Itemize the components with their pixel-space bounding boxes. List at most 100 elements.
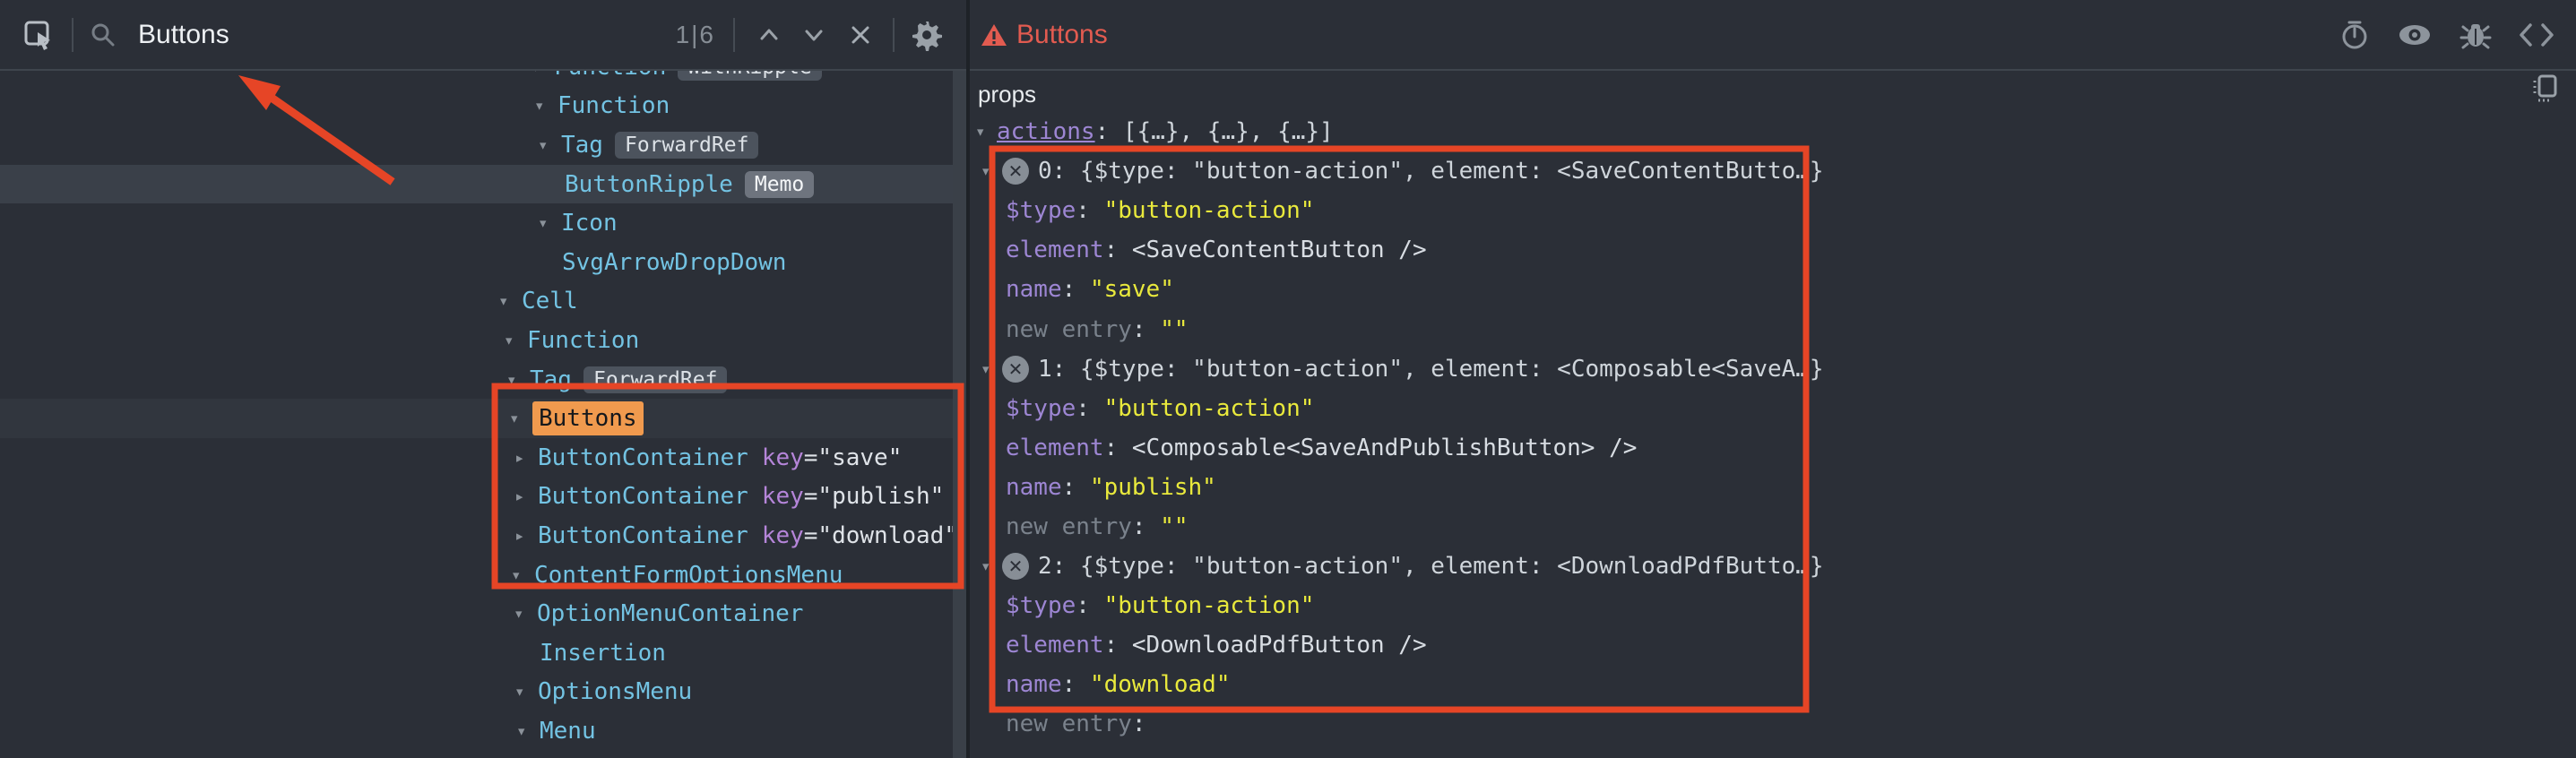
chevron-down-icon[interactable]: ▾ [975,122,997,142]
profiler-icon[interactable] [2339,20,2370,50]
prop-row[interactable]: name: "save" [970,270,2576,309]
prop-value[interactable]: <DownloadPdfButton /> [1132,632,1427,659]
tree-row-svgarrowdropdown[interactable]: SvgArrowDropDown [0,243,966,282]
tree-row-optionmenucontainer[interactable]: ▾OptionMenuContainer [0,594,966,633]
chevron-down-icon[interactable]: ▾ [534,96,558,116]
prop-key[interactable]: new entry [1006,513,1132,540]
chevron-down-icon[interactable]: ▾ [511,565,534,585]
chevron-right-icon[interactable]: ▸ [514,448,538,468]
chevron-right-icon[interactable]: ▸ [514,487,538,506]
prop-row[interactable]: $type: "button-action" [970,191,2576,230]
chevron-down-icon[interactable]: ▾ [538,213,561,233]
prop-value[interactable]: "publish" [1090,474,1216,501]
component-name: ButtonContainer [538,483,748,510]
chevron-down-icon[interactable]: ▾ [504,331,527,350]
tree-row-tag[interactable]: ▾TagForwardRef [0,125,966,165]
prop-row[interactable]: name: "download" [970,665,2576,704]
tree-row-buttonripple[interactable]: ButtonRippleMemo [0,165,966,204]
prop-key[interactable]: name [1006,276,1062,303]
prop-value[interactable]: "download" [1090,671,1231,698]
prop-value[interactable]: "button-action" [1104,395,1315,422]
tree-row-tag[interactable]: ▾TagForwardRef [0,360,966,400]
prop-row[interactable]: ▾actions: [{…}, {…}, {…}] [970,112,2576,151]
tree-row-function[interactable]: ▾Function [0,321,966,360]
prop-row[interactable]: element: <DownloadPdfButton /> [970,625,2576,665]
chevron-down-icon[interactable]: ▾ [514,682,538,702]
prop-row[interactable]: new entry: [970,704,2576,744]
search-input[interactable]: Buttons [138,20,229,50]
delete-entry-icon[interactable]: ✕ [1002,553,1029,580]
prop-value[interactable]: "" [1160,316,1188,343]
next-result-icon[interactable] [801,22,826,47]
chevron-down-icon[interactable]: ▾ [509,409,532,428]
component-name: Tag [530,366,572,393]
prop-key[interactable]: name [1006,671,1062,698]
delete-entry-icon[interactable]: ✕ [1002,356,1029,383]
clear-search-icon[interactable] [848,22,873,47]
prop-key[interactable]: element [1006,632,1104,659]
bug-icon[interactable] [2459,20,2492,50]
prop-row[interactable]: ▾✕1: {$type: "button-action", element: <… [970,349,2576,389]
tree-row-menu[interactable]: ▾Menu [0,711,966,751]
delete-entry-icon[interactable]: ✕ [1002,158,1029,185]
tree-row-buttons[interactable]: ▾Buttons [0,399,966,438]
chevron-down-icon[interactable]: ▾ [498,291,522,311]
tree-row-function[interactable]: ▾Function [0,87,966,126]
prop-key[interactable]: new entry [1006,711,1132,737]
prop-value[interactable]: "" [1160,513,1188,540]
tree-row-contentformoptionsmenu[interactable]: ▾ContentFormOptionsMenu [0,556,966,595]
prop-value[interactable]: <Composable<SaveAndPublishButton> /> [1132,435,1638,461]
chevron-down-icon[interactable]: ▾ [981,556,1002,576]
chevron-down-icon[interactable]: ▾ [981,161,1002,181]
chevron-down-icon[interactable]: ▾ [516,721,540,741]
colon: : [1132,513,1160,540]
toolbar-separator [72,18,73,52]
tree-row-cell[interactable]: ▾Cell [0,282,966,322]
chevron-down-icon[interactable]: ▾ [981,359,1002,379]
chevron-down-icon[interactable]: ▾ [506,370,530,390]
prop-key[interactable]: name [1006,474,1062,501]
tree-toolbar: Buttons 1|6 [0,0,966,71]
chevron-right-icon[interactable]: ▸ [514,526,538,546]
prop-key[interactable]: $type [1006,197,1076,224]
prop-value[interactable]: "button-action" [1104,592,1315,619]
prop-row[interactable]: ▾✕2: {$type: "button-action", element: <… [970,547,2576,586]
props-section-label: props [978,81,1036,108]
prop-key[interactable]: actions [997,118,1095,145]
prop-row[interactable]: ▾✕0: {$type: "button-action", element: <… [970,151,2576,191]
tree-row-buttoncontainer[interactable]: ▸ButtonContainerkey="publish" [0,478,966,517]
prop-key[interactable]: new entry [1006,316,1132,343]
inspect-element-icon[interactable] [23,20,54,50]
prop-value[interactable]: <SaveContentButton /> [1132,237,1427,263]
chevron-down-icon[interactable]: ▾ [514,604,537,624]
prop-value[interactable]: "button-action" [1104,197,1315,224]
eye-icon[interactable] [2397,22,2433,48]
prop-row[interactable]: new entry: "" [970,309,2576,349]
prop-key[interactable]: $type [1006,592,1076,619]
tree-row-icon[interactable]: ▾Icon [0,203,966,243]
previous-result-icon[interactable] [756,22,782,47]
prop-value[interactable]: "save" [1090,276,1174,303]
colon: : [1062,474,1090,501]
chevron-down-icon[interactable]: ▾ [538,135,561,155]
prop-key[interactable]: element [1006,435,1104,461]
prop-row[interactable]: name: "publish" [970,468,2576,507]
gear-icon[interactable] [911,19,943,51]
tree-row-buttoncontainer[interactable]: ▸ButtonContainerkey="download" [0,516,966,556]
prop-row[interactable]: new entry: "" [970,507,2576,547]
copy-props-icon[interactable] [2531,73,2558,102]
prop-row[interactable]: element: <SaveContentButton /> [970,230,2576,270]
tree-row-optionsmenu[interactable]: ▾OptionsMenu [0,673,966,712]
prop-key[interactable]: element [1006,237,1104,263]
prop-row[interactable]: $type: "button-action" [970,389,2576,428]
panel-divider[interactable] [966,0,970,758]
tree-row-insertion[interactable]: Insertion [0,633,966,673]
view-source-icon[interactable] [2519,22,2554,48]
prop-key[interactable]: $type [1006,395,1076,422]
prop-row[interactable]: $type: "button-action" [970,586,2576,625]
tree-scrollbar[interactable] [953,71,966,758]
error-warning-icon [981,22,1007,48]
tree-row-buttoncontainer[interactable]: ▸ButtonContainerkey="save" [0,438,966,478]
prop-row[interactable]: element: <Composable<SaveAndPublishButto… [970,428,2576,468]
attribute-key: key [762,522,804,549]
